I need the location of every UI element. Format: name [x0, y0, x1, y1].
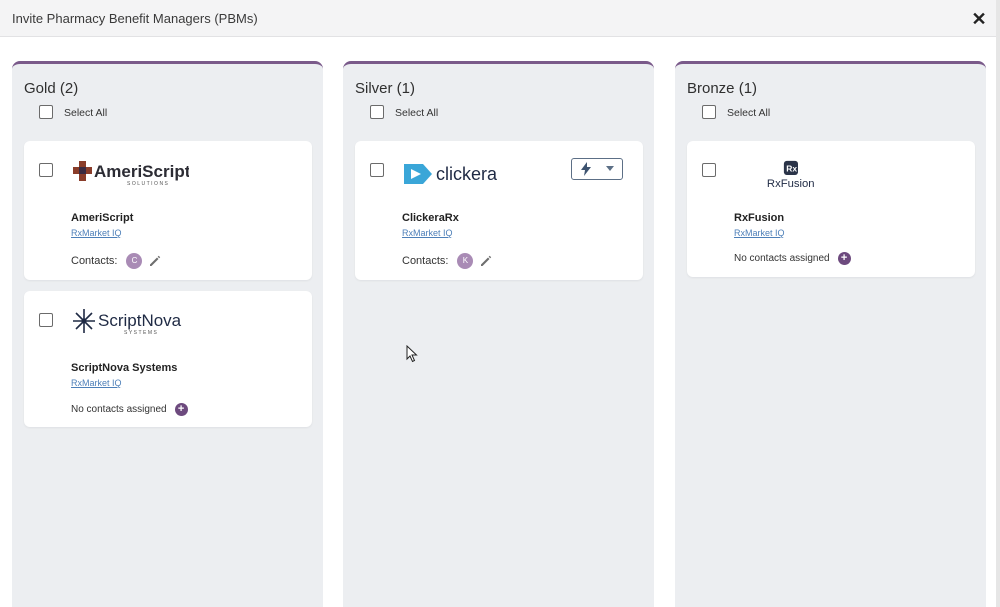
select-all-bronze[interactable]: Select All — [702, 105, 770, 119]
pencil-icon[interactable] — [148, 254, 162, 268]
pbm-source-link[interactable]: RxMarket IQ — [71, 378, 122, 388]
logo-text: clickera — [436, 164, 498, 184]
modal-title: Invite Pharmacy Benefit Managers (PBMs) — [12, 11, 258, 26]
mouse-cursor-icon — [406, 345, 418, 363]
tier-column-bronze: Bronze (1) Select All Rx RxFusion RxFusi… — [675, 61, 986, 607]
pbm-source-link[interactable]: RxMarket IQ — [71, 228, 122, 238]
pbm-checkbox[interactable] — [370, 163, 384, 177]
pbm-card-rxfusion: Rx RxFusion RxFusion RxMarket IQ No cont… — [687, 141, 975, 277]
ameriscript-logo: AmeriScript SOLUTIONS — [73, 161, 189, 187]
select-all-silver[interactable]: Select All — [370, 105, 438, 119]
pbm-checkbox[interactable] — [702, 163, 716, 177]
contacts-label: Contacts: — [71, 255, 118, 267]
contacts-row: Contacts: K — [402, 253, 493, 269]
logo-mark: Rx — [786, 164, 797, 174]
contacts-label: Contacts: — [402, 255, 449, 267]
pbm-source-link[interactable]: RxMarket IQ — [734, 228, 785, 238]
quick-action-dropdown[interactable] — [571, 158, 623, 180]
select-all-label: Select All — [727, 107, 771, 119]
modal-header: Invite Pharmacy Benefit Managers (PBMs) … — [0, 0, 1000, 37]
pbm-checkbox[interactable] — [39, 163, 53, 177]
logo-subtext: SYSTEMS — [124, 330, 158, 336]
select-all-label: Select All — [64, 107, 108, 119]
contact-avatar[interactable]: C — [126, 253, 143, 269]
logo-subtext: SOLUTIONS — [127, 181, 169, 187]
add-contact-button[interactable]: + — [837, 252, 851, 265]
select-all-checkbox[interactable] — [702, 105, 716, 119]
pbm-card-scriptnova: ScriptNova SYSTEMS ScriptNova Systems Rx… — [24, 291, 312, 427]
clickera-logo: clickera — [404, 164, 498, 184]
pbm-card-clickera: clickera ClickeraRx RxMarket IQ Contacts… — [355, 141, 643, 280]
close-icon[interactable]: ✕ — [970, 10, 988, 28]
pbm-card-ameriscript: AmeriScript SOLUTIONS AmeriScript RxMark… — [24, 141, 312, 280]
tier-column-silver: Silver (1) Select All clickera ClickeraR… — [343, 61, 654, 607]
select-all-gold[interactable]: Select All — [39, 105, 107, 119]
pbm-name: RxFusion — [734, 212, 785, 224]
contact-avatar[interactable]: K — [457, 253, 474, 269]
logo-text: ScriptNova — [98, 311, 182, 330]
pbm-source-link[interactable]: RxMarket IQ — [402, 228, 453, 238]
pbm-name: AmeriScript — [71, 212, 134, 224]
pbm-name: ScriptNova Systems — [71, 362, 178, 374]
no-contacts-row: No contacts assigned + — [71, 403, 188, 416]
pencil-icon[interactable] — [479, 254, 493, 268]
column-title: Bronze (1) — [687, 80, 758, 97]
select-all-checkbox[interactable] — [370, 105, 384, 119]
pbm-checkbox[interactable] — [39, 313, 53, 327]
select-all-checkbox[interactable] — [39, 105, 53, 119]
rxfusion-logo: Rx RxFusion — [767, 160, 815, 190]
scrollbar-track[interactable] — [996, 0, 1000, 607]
add-contact-button[interactable]: + — [174, 403, 188, 416]
no-contacts-label: No contacts assigned — [734, 253, 830, 264]
logo-text: AmeriScript — [94, 162, 189, 181]
no-contacts-row: No contacts assigned + — [734, 252, 851, 265]
tier-column-gold: Gold (2) Select All AmeriScript SOLUTION… — [12, 61, 323, 607]
contacts-row: Contacts: C — [71, 253, 162, 269]
no-contacts-label: No contacts assigned — [71, 404, 167, 415]
logo-text: RxFusion — [767, 178, 815, 190]
scriptnova-logo: ScriptNova SYSTEMS — [73, 309, 182, 336]
pbm-name: ClickeraRx — [402, 212, 459, 224]
lightning-bolt-icon — [581, 162, 591, 176]
select-all-label: Select All — [395, 107, 439, 119]
column-title: Silver (1) — [355, 80, 416, 97]
column-title: Gold (2) — [24, 80, 79, 97]
chevron-down-icon — [606, 166, 614, 171]
